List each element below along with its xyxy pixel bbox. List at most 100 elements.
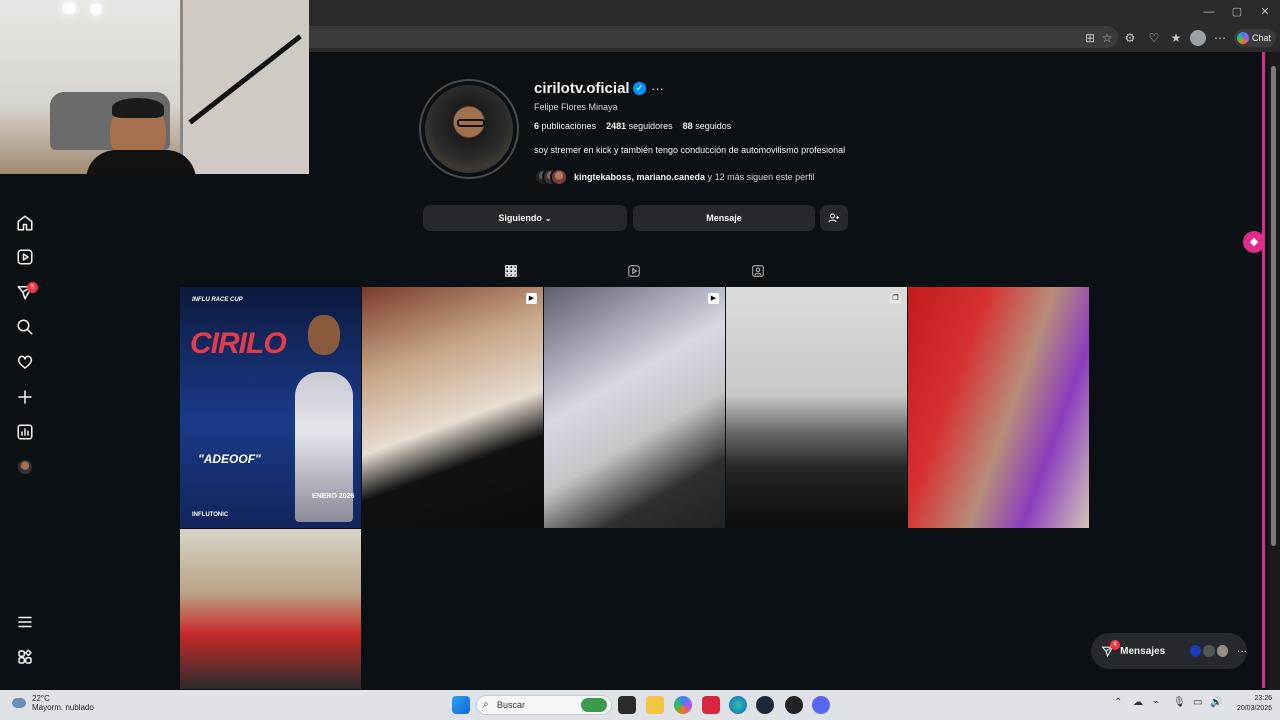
search-icon[interactable] (14, 316, 36, 338)
obs-icon[interactable] (785, 696, 803, 714)
copilot-icon (1237, 32, 1249, 44)
browser-profile-icon[interactable] (1190, 30, 1206, 46)
following-button[interactable]: Siguiendo ⌄ (423, 205, 627, 231)
post-1-logo: INFLU RACE CUP (192, 297, 243, 303)
heart-icon[interactable] (14, 351, 36, 373)
followed-by-names: kingtekaboss, mariano.caneda (574, 172, 706, 182)
browser-menu-icon[interactable]: ⋯ (1212, 30, 1228, 46)
microphone-icon[interactable]: 🎙 (1173, 697, 1186, 708)
onedrive-icon[interactable]: ☁ (1133, 697, 1143, 708)
weather-condition: Mayorm. nublado (32, 703, 94, 712)
minimize-button[interactable]: — (1198, 4, 1220, 20)
messages-label: Mensajes (1120, 645, 1166, 657)
carousel-badge-icon: ❐ (890, 293, 901, 304)
post-6[interactable] (180, 529, 361, 689)
post-4[interactable]: ❐ (726, 287, 907, 528)
profile-bio: soy stremer en kick y también tengo cond… (534, 145, 846, 155)
clock-date: 20/03/2026 (1236, 705, 1272, 712)
copilot-app-icon[interactable] (674, 696, 692, 714)
favorite-star-icon[interactable]: ☆ (1099, 30, 1115, 46)
message-avatar (1202, 644, 1216, 658)
following-stat[interactable]: 88 seguidos (683, 121, 732, 131)
messages-pill[interactable]: Mensajes ··· (1091, 633, 1247, 669)
chevron-down-icon: ⌄ (544, 213, 552, 223)
chat-label: Chat (1252, 33, 1272, 43)
wps-icon[interactable] (702, 696, 720, 714)
posts-stat: 6 publicaciones (534, 121, 597, 131)
sidebar-toggle-icon[interactable]: ◆ (1243, 231, 1265, 253)
maximize-button[interactable]: ▢ (1226, 4, 1248, 20)
reel-badge-icon: ▶ (708, 293, 719, 304)
post-2[interactable]: ▶ (362, 287, 543, 528)
tagged-icon (752, 265, 764, 277)
copilot-chat-button[interactable]: Chat (1234, 29, 1276, 47)
profile-picture[interactable] (419, 79, 519, 179)
post-1-title: CIRILO (190, 327, 287, 360)
profile-full-name: Felipe Flores Minaya (534, 102, 618, 112)
temperature: 22°C (32, 694, 50, 703)
start-icon[interactable] (452, 696, 470, 714)
close-window-button[interactable]: ✕ (1254, 4, 1276, 20)
reels-tab[interactable] (627, 264, 643, 280)
network-icon[interactable]: ⌁ (1153, 697, 1159, 708)
followers-stat[interactable]: 2481 seguidores (606, 121, 673, 131)
grid-icon (505, 265, 517, 277)
ceiling-light (90, 3, 102, 15)
profile-photo (425, 85, 513, 173)
followed-by[interactable]: kingtekaboss, mariano.caneda y 12 más si… (534, 168, 815, 186)
split-screen-icon[interactable]: ⊞ (1082, 30, 1098, 46)
verified-badge-icon: ✓ (633, 82, 646, 95)
reels-icon[interactable] (14, 246, 36, 268)
display-icon[interactable]: ▭ (1193, 697, 1202, 708)
show-hidden-icons[interactable]: ⌃ (1114, 697, 1122, 708)
more-apps-icon[interactable] (14, 646, 36, 668)
profile-stats: 6 publicaciones 2481 seguidores 88 segui… (534, 121, 731, 131)
tagged-tab[interactable] (751, 264, 767, 280)
edge-icon[interactable] (729, 696, 747, 714)
post-1-date: ENERO 2026 (312, 493, 355, 500)
profile-username: cirilotv.oficial (534, 80, 630, 97)
home-icon[interactable] (14, 212, 36, 234)
taskbar-search[interactable]: ⌕ Buscar (476, 695, 612, 715)
steam-icon[interactable] (756, 696, 774, 714)
create-icon[interactable] (14, 386, 36, 408)
post-3[interactable]: ▶ (544, 287, 725, 528)
search-icon: ⌕ (483, 699, 489, 710)
glasses (457, 119, 485, 127)
taskbar-clock[interactable]: 23:26 20/03/2026 (1226, 694, 1272, 714)
favorites-icon[interactable]: ★ (1168, 30, 1184, 46)
post-1-subtitle: "ADEOOF" (198, 452, 261, 466)
window (180, 0, 309, 174)
clock-time: 23:26 (1254, 695, 1272, 702)
insights-icon[interactable] (14, 421, 36, 443)
profile-avatar[interactable] (18, 460, 32, 474)
message-button[interactable]: Mensaje (633, 205, 815, 231)
message-avatar (1189, 644, 1203, 658)
task-view-icon[interactable] (618, 696, 636, 714)
taskbar (0, 690, 1280, 720)
streamer-body (86, 150, 196, 174)
menu-icon[interactable] (14, 611, 36, 633)
address-bar[interactable] (300, 26, 1118, 48)
followed-by-rest: y 12 más siguen este perfil (705, 172, 815, 182)
browser-essentials-icon[interactable]: ♡ (1146, 30, 1162, 46)
extensions-icon[interactable]: ⚙ (1122, 30, 1138, 46)
discord-icon[interactable] (812, 696, 830, 714)
volume-icon[interactable]: 🔊 (1210, 697, 1222, 708)
post-5[interactable] (908, 287, 1089, 528)
post-1[interactable]: INFLU RACE CUP CIRILO "ADEOOF" ENERO 202… (180, 287, 361, 528)
messages-more-icon: ··· (1236, 645, 1247, 657)
posts-grid-tab[interactable] (504, 264, 520, 280)
file-explorer-icon[interactable] (646, 696, 664, 714)
suggest-people-button[interactable] (820, 205, 848, 231)
profile-options-icon[interactable]: ··· (651, 81, 664, 96)
messages-badge: 4 (1110, 640, 1120, 650)
webcam-overlay (0, 0, 309, 174)
search-label: Buscar (497, 700, 526, 710)
message-avatar (1215, 644, 1229, 658)
sidebar-edge (1262, 52, 1265, 688)
scrollbar-thumb[interactable] (1271, 66, 1276, 546)
follower-avatar (550, 168, 568, 186)
weather-widget[interactable]: 22°C Mayorm. nublado (32, 694, 94, 712)
following-label: Siguiendo (498, 213, 542, 223)
